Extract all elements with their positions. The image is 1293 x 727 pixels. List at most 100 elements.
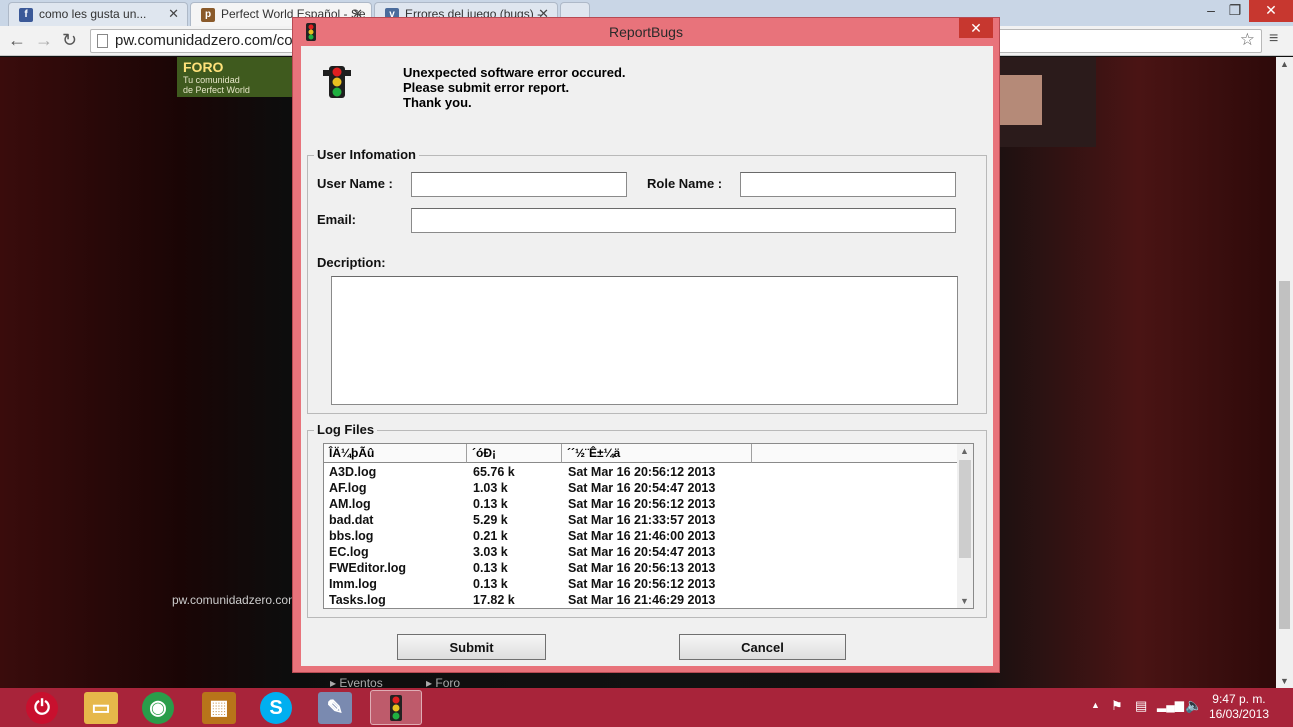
error-message-line-2: Please submit error report. [403, 80, 570, 95]
scroll-down-icon[interactable]: ▼ [960, 596, 969, 606]
table-row[interactable]: Imm.log 0.13 k Sat Mar 16 20:56:12 2013 [324, 577, 959, 593]
role-name-label: Role Name : [647, 176, 723, 191]
scroll-down-icon[interactable]: ▼ [1280, 676, 1289, 686]
log-size: 5.29 k [473, 513, 508, 527]
error-message: Unexpected software error occured. Pleas… [403, 65, 626, 110]
description-label: Decription: [317, 255, 386, 270]
log-date: Sat Mar 16 20:56:12 2013 [568, 465, 716, 479]
user-info-legend: User Infomation [314, 147, 419, 162]
menu-icon[interactable]: ≡ [1269, 30, 1278, 48]
log-name: Imm.log [329, 577, 377, 591]
avatar[interactable] [1000, 75, 1042, 125]
column-header-date[interactable]: ´´½¨Ê±¼ä [562, 444, 752, 463]
log-name: A3D.log [329, 465, 377, 479]
log-name: bad.dat [329, 513, 374, 527]
log-list-scrollbar[interactable]: ▲ ▼ [957, 444, 973, 608]
table-row[interactable]: AF.log 1.03 k Sat Mar 16 20:54:47 2013 [324, 481, 959, 497]
paint-icon[interactable]: ✎ [318, 692, 352, 724]
scroll-up-icon[interactable]: ▲ [1280, 59, 1289, 69]
log-date: Sat Mar 16 21:46:00 2013 [568, 529, 716, 543]
scroll-up-icon[interactable]: ▲ [960, 446, 969, 456]
log-files-list[interactable]: ÎÄ¼þÃû ´óÐ¡ ´´½¨Ê±¼ä A3D.log 65.76 k Sat… [323, 443, 974, 609]
game-launcher-icon[interactable]: ▦ [202, 692, 236, 724]
log-files-legend: Log Files [314, 422, 378, 437]
log-name: AM.log [329, 497, 371, 511]
dialog-title: ReportBugs [609, 24, 683, 40]
log-name: FWEditor.log [329, 561, 407, 575]
reportbugs-taskbar-button[interactable] [370, 690, 422, 725]
log-files-group: Log Files ÎÄ¼þÃû ´óÐ¡ ´´½¨Ê±¼ä A3D.log 6… [307, 422, 987, 618]
flag-icon[interactable]: ⚑ [1111, 698, 1123, 714]
table-row[interactable]: A3D.log 65.76 k Sat Mar 16 20:56:12 2013 [324, 465, 959, 481]
pw-favicon-icon: p [201, 8, 215, 22]
log-date: Sat Mar 16 20:56:12 2013 [568, 577, 716, 591]
log-name: bbs.log [329, 529, 374, 543]
folder-icon[interactable]: ▭ [84, 692, 118, 724]
dialog-body: Unexpected software error occured. Pleas… [301, 46, 993, 666]
scrollbar-thumb[interactable] [1279, 281, 1290, 629]
column-header-size[interactable]: ´óÐ¡ [467, 444, 562, 463]
column-header-name[interactable]: ÎÄ¼þÃû [324, 444, 467, 463]
power-icon[interactable]: ⏻ [26, 692, 58, 724]
skype-icon[interactable]: S [260, 692, 292, 724]
log-size: 0.13 k [473, 577, 508, 591]
log-name: AF.log [329, 481, 367, 495]
log-date: Sat Mar 16 20:54:47 2013 [568, 545, 716, 559]
log-size: 0.21 k [473, 529, 508, 543]
foro-subtitle-1: Tu comunidad [183, 75, 240, 85]
reportbugs-dialog: ReportBugs ✕ Unexpected software error o… [292, 17, 1000, 673]
foro-subtitle-2: de Perfect World [183, 85, 250, 95]
error-message-line-1: Unexpected software error occured. [403, 65, 626, 80]
traffic-light-icon [323, 66, 351, 98]
email-label: Email: [317, 212, 357, 227]
foro-title: FORO [183, 59, 224, 75]
table-row[interactable]: FWEditor.log 0.13 k Sat Mar 16 20:56:13 … [324, 561, 959, 577]
user-name-label: User Name : [317, 176, 393, 191]
reload-icon[interactable]: ↻ [62, 30, 77, 51]
log-date: Sat Mar 16 20:54:47 2013 [568, 481, 716, 495]
traffic-light-icon [306, 23, 316, 41]
star-icon[interactable]: ☆ [1240, 30, 1255, 50]
log-size: 3.03 k [473, 545, 508, 559]
site-url-text[interactable]: pw.comunidadzero.com [172, 593, 298, 607]
email-input[interactable] [411, 208, 956, 233]
log-name: EC.log [329, 545, 369, 559]
log-date: Sat Mar 16 21:46:29 2013 [568, 593, 716, 607]
user-name-input[interactable] [411, 172, 627, 197]
restore-icon[interactable]: ❐ [1220, 0, 1250, 22]
volume-icon[interactable]: 🔈 [1185, 697, 1202, 714]
submit-button[interactable]: Submit [397, 634, 546, 660]
browser-tab-1[interactable]: f como les gusta un... ✕ [8, 2, 188, 26]
clock[interactable]: 9:47 p. m. 16/03/2013 [1209, 692, 1269, 722]
cancel-button[interactable]: Cancel [679, 634, 846, 660]
scrollbar-thumb[interactable] [959, 460, 971, 558]
table-row[interactable]: AM.log 0.13 k Sat Mar 16 20:56:12 2013 [324, 497, 959, 513]
log-name: Tasks.log [329, 593, 386, 607]
network-icon[interactable]: ▤ [1135, 698, 1147, 714]
foro-logo[interactable]: FORO Tu comunidad de Perfect World [177, 57, 293, 97]
clock-date: 16/03/2013 [1208, 707, 1269, 721]
tab-close-icon[interactable]: ✕ [168, 6, 179, 22]
description-textarea[interactable] [331, 276, 958, 405]
log-date: Sat Mar 16 20:56:13 2013 [568, 561, 716, 575]
page-scrollbar[interactable]: ▲ ▼ [1276, 57, 1293, 688]
forward-arrow-icon[interactable]: → [35, 30, 53, 51]
page-icon [97, 34, 108, 48]
window-close-icon[interactable]: ✕ [1249, 0, 1293, 22]
tab-label: como les gusta un... [39, 7, 147, 21]
log-size: 1.03 k [473, 481, 508, 495]
tray-expand-icon[interactable]: ▲ [1091, 700, 1100, 710]
dialog-close-button[interactable]: ✕ [959, 18, 993, 38]
log-size: 17.82 k [473, 593, 515, 607]
table-row[interactable]: bbs.log 0.21 k Sat Mar 16 21:46:00 2013 [324, 529, 959, 545]
table-row[interactable]: bad.dat 5.29 k Sat Mar 16 21:33:57 2013 [324, 513, 959, 529]
table-row[interactable]: EC.log 3.03 k Sat Mar 16 20:54:47 2013 [324, 545, 959, 561]
chrome-icon[interactable]: ◉ [142, 692, 174, 724]
role-name-input[interactable] [740, 172, 956, 197]
signal-icon[interactable]: ▂▄▆ [1157, 698, 1184, 712]
back-arrow-icon[interactable]: ← [8, 30, 26, 51]
log-size: 0.13 k [473, 497, 508, 511]
taskbar: ⏻ ▭ ◉ ▦ S ✎ ▲ ⚑ ▤ ▂▄▆ 🔈 9:47 p. m. 16/03… [0, 688, 1293, 727]
dialog-title-bar[interactable]: ReportBugs [293, 18, 999, 46]
table-row[interactable]: Tasks.log 17.82 k Sat Mar 16 21:46:29 20… [324, 593, 959, 608]
